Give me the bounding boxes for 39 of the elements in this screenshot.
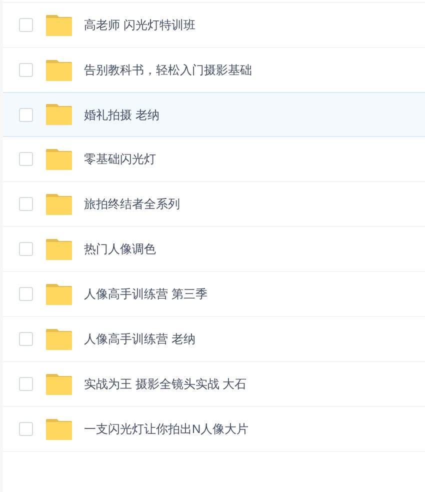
folder-name[interactable]: 热门人像调色 [84, 240, 156, 258]
folder-icon [46, 60, 72, 80]
folder-row[interactable]: 实战为王 摄影全镜头实战 大石 [3, 362, 425, 407]
checkbox[interactable] [19, 287, 33, 301]
folder-name[interactable]: 人像高手训练营 老纳 [84, 330, 196, 348]
folder-name[interactable]: 告别教科书，轻松入门摄影基础 [84, 61, 252, 79]
folder-name[interactable]: 一支闪光灯让你拍出N人像大片 [84, 420, 249, 438]
folder-icon [46, 104, 72, 125]
folder-icon [46, 148, 72, 170]
folder-row[interactable]: 热门人像调色 [3, 227, 425, 272]
folder-icon [46, 14, 72, 36]
checkbox[interactable] [19, 152, 33, 166]
folder-name[interactable]: 人像高手训练营 第三季 [84, 285, 208, 303]
folder-row[interactable]: 人像高手训练营 第三季 [3, 272, 425, 317]
folder-icon [46, 374, 72, 394]
folder-name[interactable]: 高老师 闪光灯特训班 [84, 16, 196, 34]
checkbox[interactable] [19, 197, 33, 211]
folder-row[interactable]: 旅拍终结者全系列 [3, 182, 425, 227]
folder-icon [46, 328, 72, 350]
folder-row[interactable]: 一支闪光灯让你拍出N人像大片 [3, 407, 425, 452]
folder-row[interactable]: 婚礼拍摄 老纳 [3, 92, 425, 137]
folder-row[interactable]: 零基础闪光灯 [3, 137, 425, 182]
checkbox[interactable] [19, 63, 33, 77]
folder-row[interactable]: 高老师 闪光灯特训班 [3, 3, 425, 48]
folder-icon [46, 194, 72, 214]
folder-name[interactable]: 婚礼拍摄 老纳 [84, 106, 160, 124]
folder-name[interactable]: 旅拍终结者全系列 [84, 195, 180, 213]
checkbox[interactable] [19, 377, 33, 391]
checkbox[interactable] [19, 18, 33, 32]
folder-icon [46, 238, 72, 260]
checkbox[interactable] [19, 332, 33, 346]
checkbox[interactable] [19, 422, 33, 436]
checkbox[interactable] [19, 242, 33, 256]
folder-row[interactable]: 人像高手训练营 老纳 [3, 317, 425, 362]
folder-name[interactable]: 实战为王 摄影全镜头实战 大石 [84, 375, 247, 393]
folder-icon [46, 284, 72, 304]
checkbox[interactable] [19, 108, 33, 122]
folder-icon [46, 418, 72, 440]
folder-name[interactable]: 零基础闪光灯 [84, 150, 156, 168]
